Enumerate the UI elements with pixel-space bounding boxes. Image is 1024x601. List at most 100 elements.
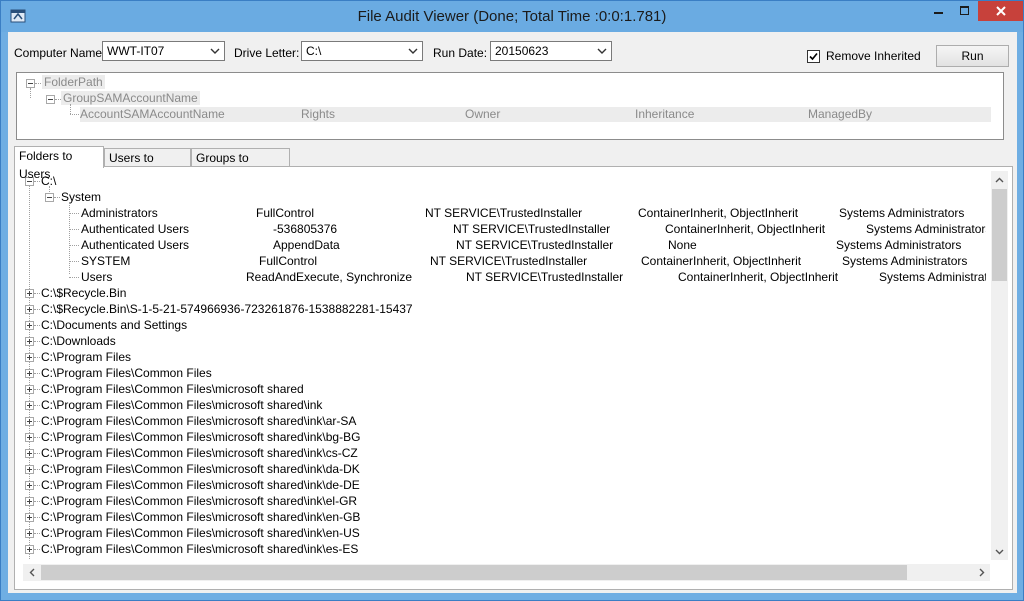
checkmark-icon: [809, 52, 818, 61]
expand-icon[interactable]: [25, 353, 34, 362]
expand-icon[interactable]: [25, 481, 34, 490]
tree-node-folder[interactable]: C:\Program Files: [41, 349, 131, 365]
vertical-scrollbar[interactable]: [991, 171, 1008, 560]
account-owner: NT SERVICE\TrustedInstaller: [466, 270, 624, 284]
tree-node-folder[interactable]: C:\Program Files\Common Files\microsoft …: [41, 525, 360, 541]
tree-node-folder[interactable]: C:\Program Files\Common Files\microsoft …: [41, 413, 356, 429]
collapse-icon[interactable]: [45, 193, 54, 202]
tree-node-folder[interactable]: C:\Program Files\Common Files\microsoft …: [41, 445, 358, 461]
tree-node-folder[interactable]: C:\Program Files\Common Files\microsoft …: [41, 429, 360, 445]
tree-connector: [35, 83, 41, 84]
tree-node-folder[interactable]: C:\$Recycle.Bin: [41, 285, 126, 301]
expand-icon[interactable]: [25, 529, 34, 538]
collapse-icon: [46, 95, 55, 104]
drive-letter-combo[interactable]: C:\: [301, 41, 423, 61]
expand-icon[interactable]: [25, 337, 34, 346]
account-name: Authenticated Users: [81, 238, 190, 252]
account-name: Authenticated Users: [81, 222, 190, 236]
expand-icon[interactable]: [25, 433, 34, 442]
expand-icon[interactable]: [25, 545, 34, 554]
title-bar[interactable]: File Audit Viewer (Done; Total Time :0:0…: [1, 1, 1023, 32]
chevron-down-icon: [995, 549, 1004, 554]
expand-icon[interactable]: [25, 321, 34, 330]
legend-group: GroupSAMAccountName: [61, 91, 200, 105]
tree-connector: [30, 88, 31, 98]
tree-node-folder[interactable]: C:\Program Files\Common Files\microsoft …: [41, 541, 358, 557]
account-inheritance: None: [668, 238, 697, 252]
tree-node-folder[interactable]: C:\Documents and Settings: [41, 317, 187, 333]
account-inheritance: ContainerInherit, ObjectInherit: [638, 206, 799, 220]
expand-icon[interactable]: [25, 497, 34, 506]
account-owner: NT SERVICE\TrustedInstaller: [456, 238, 614, 252]
tree-node-folder[interactable]: C:\Program Files\Common Files: [41, 365, 212, 381]
drive-letter-value: C:\: [306, 44, 322, 58]
tab-users-to-folders[interactable]: Users to Folders: [104, 148, 191, 183]
tree-node-folder[interactable]: C:\Program Files\Common Files\microsoft …: [41, 509, 360, 525]
vertical-scroll-thumb[interactable]: [992, 189, 1007, 281]
tree-node-folder[interactable]: C:\Downloads: [41, 333, 116, 349]
minimize-icon: [934, 12, 943, 14]
expand-icon[interactable]: [25, 305, 34, 314]
expand-icon[interactable]: [25, 289, 34, 298]
computer-name-value: WWT-IT07: [107, 44, 165, 58]
folder-tree[interactable]: C:\ System AdministratorsFullControlNT S…: [23, 171, 986, 560]
account-row[interactable]: Users ReadAndExecute, Synchronize NT SERVI…: [81, 269, 986, 285]
run-button[interactable]: Run: [936, 45, 1009, 67]
tab-groups-to-folders[interactable]: Groups to Folders: [191, 148, 290, 183]
legend-account: AccountSAMAccountName: [80, 107, 225, 121]
tree-connector: [34, 421, 40, 422]
horizontal-scrollbar[interactable]: [23, 564, 990, 581]
app-window: File Audit Viewer (Done; Total Time :0:0…: [0, 0, 1024, 601]
account-row[interactable]: Authenticated Users -536805376 NT SERVICE\…: [81, 221, 986, 237]
tree-connector: [34, 309, 40, 310]
expand-icon[interactable]: [25, 465, 34, 474]
maximize-button[interactable]: [952, 1, 978, 21]
account-row[interactable]: Authenticated Users AppendData NT SERVICE\…: [81, 237, 986, 253]
tree-node-folder[interactable]: C:\Program Files\Common Files\microsoft …: [41, 397, 322, 413]
main-panel: Computer Name: WWT-IT07 Drive Letter: C:…: [8, 32, 1017, 593]
tree-connector: [34, 373, 40, 374]
tree-node-folder[interactable]: C:\Program Files\Common Files\microsoft …: [41, 493, 357, 509]
run-date-combo[interactable]: 20150623: [490, 41, 612, 61]
expand-icon[interactable]: [25, 513, 34, 522]
account-inheritance: ContainerInherit, ObjectInherit: [665, 222, 826, 236]
account-inheritance: ContainerInherit, ObjectInherit: [678, 270, 839, 284]
chevron-left-icon: [29, 568, 34, 577]
scroll-left-button[interactable]: [23, 564, 40, 581]
tree-connector: [34, 437, 40, 438]
tree-connector: [69, 213, 79, 214]
account-row[interactable]: SYSTEM FullControl NT SERVICE\TrustedInsta…: [81, 253, 986, 269]
scroll-right-button[interactable]: [973, 564, 990, 581]
tree-node-folder[interactable]: C:\Program Files\Common Files\microsoft …: [41, 461, 360, 477]
column-legend: FolderPath GroupSAMAccountName AccountSA…: [16, 72, 1004, 140]
scroll-down-button[interactable]: [991, 543, 1008, 560]
expand-icon[interactable]: [25, 417, 34, 426]
scroll-up-button[interactable]: [991, 171, 1008, 188]
account-row[interactable]: Administrators FullControl NT SERVICE\Trus…: [81, 205, 986, 221]
tree-node-group[interactable]: System: [61, 189, 101, 205]
expand-icon[interactable]: [25, 369, 34, 378]
account-rights: FullControl: [256, 206, 315, 220]
account-managed-by: Systems Administrators: [839, 206, 965, 220]
horizontal-scroll-thumb[interactable]: [41, 565, 907, 580]
account-rights: ReadAndExecute, Synchronize: [246, 270, 413, 284]
tree-node-folder[interactable]: C:\Program Files\Common Files\microsoft …: [41, 557, 356, 560]
tree-node-folder[interactable]: C:\Program Files\Common Files\microsoft …: [41, 477, 360, 493]
tree-node-folder[interactable]: C:\Program Files\Common Files\microsoft …: [41, 381, 304, 397]
computer-name-combo[interactable]: WWT-IT07: [102, 41, 225, 61]
tree-node-folder[interactable]: C:\$Recycle.Bin\S-1-5-21-574966936-72326…: [41, 301, 413, 317]
remove-inherited-checkbox[interactable]: [807, 50, 820, 63]
legend-account-row: AccountSAMAccountName Rights Owner Inher…: [80, 107, 991, 122]
tree-connector: [54, 197, 60, 198]
tree-connector: [34, 469, 40, 470]
expand-icon[interactable]: [25, 449, 34, 458]
minimize-button[interactable]: [926, 1, 952, 21]
expand-icon[interactable]: [25, 401, 34, 410]
legend-rights: Rights: [301, 107, 336, 121]
expand-icon[interactable]: [25, 385, 34, 394]
tab-folders-to-users[interactable]: Folders to Users: [14, 146, 104, 181]
remove-inherited-label[interactable]: Remove Inherited: [826, 49, 921, 63]
account-rights: FullControl: [259, 254, 318, 268]
close-button[interactable]: [978, 1, 1023, 21]
maximize-icon: [960, 6, 969, 15]
